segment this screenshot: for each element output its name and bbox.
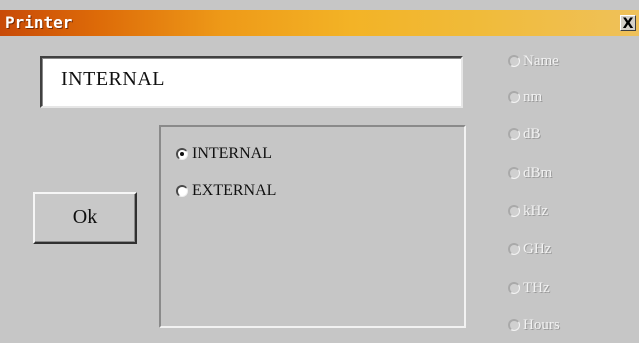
close-button[interactable]: X [620, 15, 636, 32]
unit-option-db: dB [508, 123, 541, 145]
unit-option-label: nm [523, 88, 543, 105]
radio-unchecked-icon [176, 185, 188, 197]
unit-option-label: Hours [523, 316, 560, 333]
radio-disabled-icon [508, 243, 520, 255]
close-icon: X [622, 16, 634, 32]
radio-disabled-icon [508, 128, 520, 140]
radio-external[interactable]: EXTERNAL [176, 180, 276, 202]
radio-disabled-icon [508, 55, 520, 67]
unit-option-dbm: dBm [508, 162, 552, 184]
unit-option-ghz: GHz [508, 238, 551, 260]
printer-dialog: Printer X INTERNAL Ok INTERNAL EXTERNAL … [0, 0, 639, 343]
dialog-title: Printer [5, 13, 73, 32]
printer-display-field: INTERNAL [40, 56, 463, 108]
unit-option-label: GHz [523, 240, 552, 257]
radio-internal[interactable]: INTERNAL [176, 143, 272, 165]
radio-disabled-icon [508, 167, 520, 179]
unit-option-hours: Hours [508, 314, 560, 336]
radio-disabled-icon [508, 205, 520, 217]
unit-option-label: THz [523, 279, 550, 296]
unit-option-label: dBm [523, 164, 553, 181]
unit-option-label: dB [523, 125, 541, 142]
unit-option-thz: THz [508, 277, 550, 299]
radio-disabled-icon [508, 91, 520, 103]
unit-option-nm: nm [508, 86, 542, 108]
unit-option-label: Name [523, 52, 559, 69]
radio-disabled-icon [508, 319, 520, 331]
ok-button[interactable]: Ok [33, 192, 137, 244]
radio-disabled-icon [508, 282, 520, 294]
radio-external-label: EXTERNAL [192, 182, 277, 199]
printer-display-value: INTERNAL [61, 68, 165, 90]
unit-option-name: Name [508, 50, 559, 72]
title-bar[interactable]: Printer X [0, 10, 639, 36]
unit-option-khz: kHz [508, 200, 548, 222]
radio-checked-icon [176, 148, 188, 160]
radio-internal-label: INTERNAL [192, 145, 272, 162]
unit-option-label: kHz [523, 202, 548, 219]
